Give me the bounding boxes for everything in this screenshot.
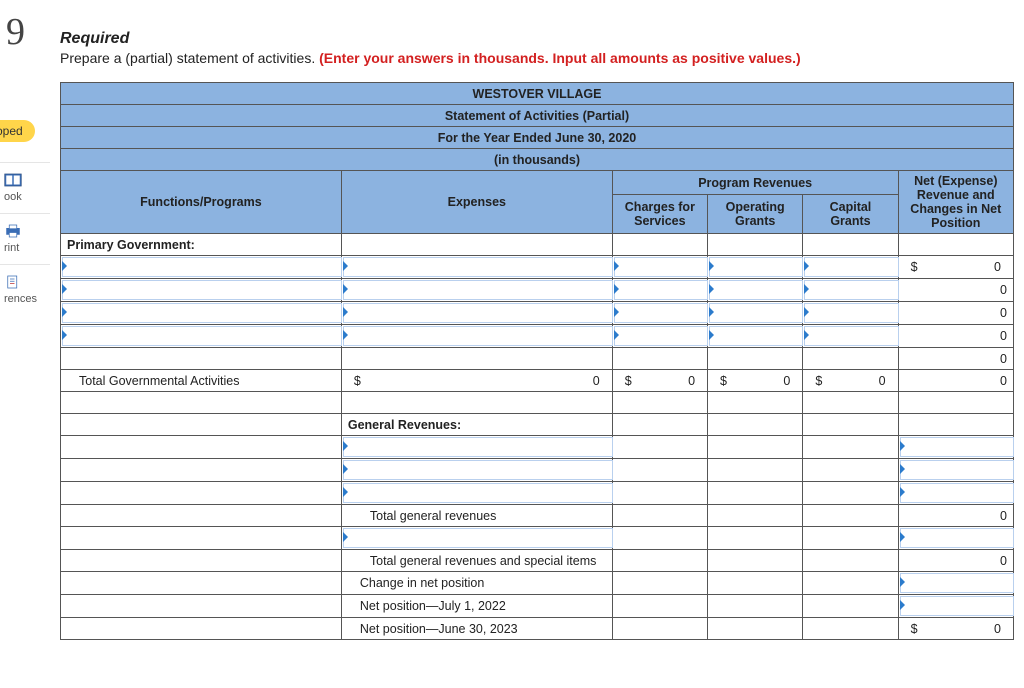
table-row: 0	[61, 302, 1014, 325]
print-icon	[4, 224, 22, 238]
genrev-amount-input[interactable]	[900, 437, 1014, 457]
total-capital: $0	[803, 370, 898, 392]
special-item-amount[interactable]	[900, 528, 1014, 548]
total-expense: $0	[341, 370, 612, 392]
instruction-text: Prepare a (partial) statement of activit…	[60, 50, 1014, 66]
genrev-amount-input[interactable]	[900, 460, 1014, 480]
operating-input[interactable]	[709, 257, 803, 277]
total-operating: $0	[708, 370, 803, 392]
net-cell: $0	[898, 256, 1013, 279]
expense-input[interactable]	[343, 257, 613, 277]
row-primary-gov: Primary Government:	[61, 234, 342, 256]
table-row: 0	[61, 348, 1014, 370]
label-total-gen-rev: Total general revenues	[341, 505, 612, 527]
genrev-label-input[interactable]	[343, 437, 613, 457]
label-general-rev: General Revenues:	[341, 414, 612, 436]
sidebar-references[interactable]: rences	[0, 264, 50, 315]
col-net: Net (Expense) Revenue and Changes in Net…	[898, 171, 1013, 234]
total-gen-rev-val: 0	[898, 505, 1013, 527]
table-row: 0	[61, 325, 1014, 348]
sidebar: oped ook rint rences	[0, 120, 50, 315]
change-net-input[interactable]	[900, 573, 1014, 593]
special-item-input[interactable]	[343, 528, 613, 548]
charges-input[interactable]	[614, 280, 708, 300]
table-row: 0	[61, 279, 1014, 302]
expense-input[interactable]	[343, 303, 613, 323]
col-charges: Charges for Services	[612, 195, 707, 234]
activities-table: WESTOVER VILLAGE Statement of Activities…	[60, 82, 1014, 640]
row-change-net: Change in net position	[61, 572, 1014, 595]
label-change-net: Change in net position	[341, 572, 612, 595]
func-input[interactable]	[62, 280, 342, 300]
label-total-special: Total general revenues and special items	[341, 550, 612, 572]
col-operating: Operating Grants	[708, 195, 803, 234]
required-heading: Required	[60, 30, 1014, 48]
operating-input[interactable]	[709, 280, 803, 300]
sidebar-print[interactable]: rint	[0, 213, 50, 264]
sidebar-ebook[interactable]: ook	[0, 162, 50, 213]
operating-input[interactable]	[709, 303, 803, 323]
table-row	[61, 459, 1014, 482]
skipped-pill[interactable]: oped	[0, 120, 35, 142]
table-row	[61, 482, 1014, 505]
capital-input[interactable]	[804, 257, 898, 277]
capital-input[interactable]	[804, 326, 898, 346]
col-functions: Functions/Programs	[61, 171, 342, 234]
table-row	[61, 527, 1014, 550]
row-net-begin: Net position—July 1, 2022	[61, 595, 1014, 618]
net-begin-input[interactable]	[900, 596, 1014, 616]
genrev-amount-input[interactable]	[900, 483, 1014, 503]
func-input[interactable]	[62, 257, 342, 277]
label-net-begin: Net position—July 1, 2022	[341, 595, 612, 618]
row-total-special: Total general revenues and special items…	[61, 550, 1014, 572]
net-cell: 0	[898, 302, 1013, 325]
charges-input[interactable]	[614, 303, 708, 323]
main-content: Required Prepare a (partial) statement o…	[60, 30, 1014, 640]
capital-input[interactable]	[804, 280, 898, 300]
table-row: $0	[61, 256, 1014, 279]
book-icon	[4, 173, 22, 187]
question-number: 9	[6, 10, 25, 54]
net-cell: 0	[898, 325, 1013, 348]
col-expenses: Expenses	[341, 171, 612, 234]
sidebar-label: rences	[4, 293, 37, 305]
document-icon	[4, 275, 22, 289]
net-cell: 0	[898, 348, 1013, 370]
total-net: 0	[898, 370, 1013, 392]
row-net-end: Net position—June 30, 2023 $0	[61, 618, 1014, 640]
capital-input[interactable]	[804, 303, 898, 323]
operating-input[interactable]	[709, 326, 803, 346]
hdr-title: WESTOVER VILLAGE	[61, 83, 1014, 105]
col-capital: Capital Grants	[803, 195, 898, 234]
instruction-red: (Enter your answers in thousands. Input …	[319, 50, 801, 66]
row-total-gen-rev: Total general revenues 0	[61, 505, 1014, 527]
net-cell: 0	[898, 279, 1013, 302]
row-general-revenues: General Revenues:	[61, 414, 1014, 436]
col-program-rev: Program Revenues	[612, 171, 898, 195]
charges-input[interactable]	[614, 326, 708, 346]
row-total-gov: Total Governmental Activities $0 $0 $0 $…	[61, 370, 1014, 392]
sidebar-label: rint	[4, 242, 19, 254]
func-input[interactable]	[62, 326, 342, 346]
total-special-val: 0	[898, 550, 1013, 572]
hdr-subtitle: Statement of Activities (Partial)	[61, 105, 1014, 127]
net-end-val: $0	[898, 618, 1013, 640]
hdr-units: (in thousands)	[61, 149, 1014, 171]
expense-input[interactable]	[343, 280, 613, 300]
expense-input[interactable]	[343, 326, 613, 346]
func-input[interactable]	[62, 303, 342, 323]
label-net-end: Net position—June 30, 2023	[341, 618, 612, 640]
sidebar-label: ook	[4, 191, 22, 203]
genrev-label-input[interactable]	[343, 483, 613, 503]
total-charges: $0	[612, 370, 707, 392]
instruction-plain: Prepare a (partial) statement of activit…	[60, 50, 319, 66]
table-row	[61, 436, 1014, 459]
genrev-label-input[interactable]	[343, 460, 613, 480]
label-total-gov: Total Governmental Activities	[61, 370, 342, 392]
charges-input[interactable]	[614, 257, 708, 277]
hdr-period: For the Year Ended June 30, 2020	[61, 127, 1014, 149]
